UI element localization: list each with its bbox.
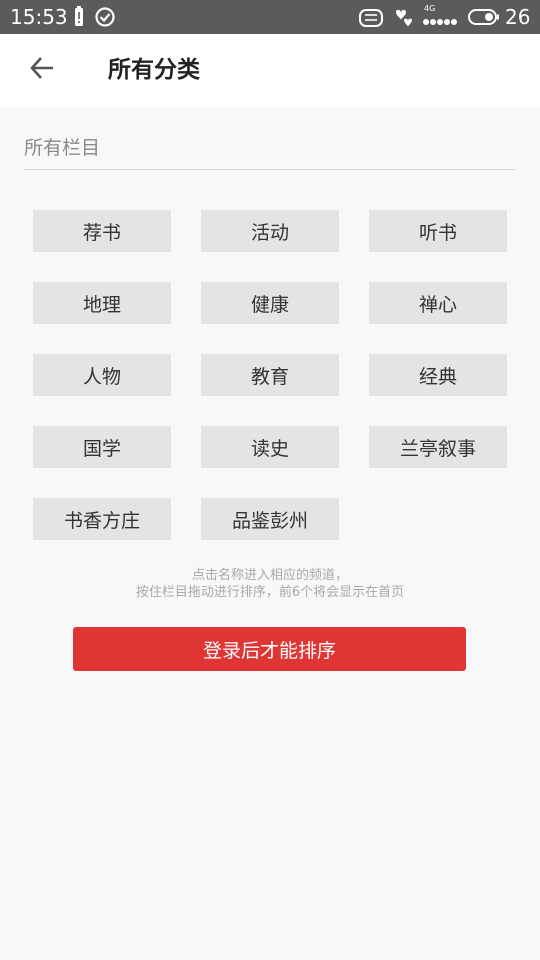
category-chip-pinjian[interactable]: 品鉴彭州: [201, 498, 339, 540]
category-chip-tingshu[interactable]: 听书: [369, 210, 507, 252]
arrow-left-icon: [28, 54, 56, 86]
battery-alert-icon: [72, 6, 86, 32]
category-chip-dushi[interactable]: 读史: [201, 426, 339, 468]
category-chip-chanxin[interactable]: 禅心: [369, 282, 507, 324]
notification-app-icon: [358, 6, 384, 34]
signal-icon: 4G: [422, 4, 460, 32]
battery-level: 26: [505, 5, 531, 29]
category-chip-shuxiang[interactable]: 书香方庄: [33, 498, 171, 540]
category-chip-guoxue[interactable]: 国学: [33, 426, 171, 468]
login-to-sort-button[interactable]: 登录后才能排序: [73, 627, 466, 671]
category-chip-jiaoyu[interactable]: 教育: [201, 354, 339, 396]
category-chip-jiankang[interactable]: 健康: [201, 282, 339, 324]
section-divider: [24, 169, 516, 170]
back-button[interactable]: [22, 50, 62, 90]
app-bar: 所有分类: [0, 34, 540, 107]
notification-app-icon: [390, 6, 416, 34]
category-chip-huodong[interactable]: 活动: [201, 210, 339, 252]
page-title: 所有分类: [108, 57, 200, 83]
category-chip-dili[interactable]: 地理: [33, 282, 171, 324]
section-label: 所有栏目: [24, 137, 101, 159]
check-circle-icon: [94, 6, 116, 32]
sort-hint-line1: 点击名称进入相应的频道，: [191, 568, 348, 583]
category-chip-renwu[interactable]: 人物: [33, 354, 171, 396]
status-bar: 15:53 4G 26: [0, 0, 540, 34]
status-time: 15:53: [10, 5, 68, 29]
network-type-label: 4G: [424, 4, 436, 13]
sort-hint: 点击名称进入相应的频道， 按住栏目拖动进行排序，前6个将会显示在首页: [0, 567, 540, 601]
battery-icon: [468, 8, 500, 30]
category-chip-jingdian[interactable]: 经典: [369, 354, 507, 396]
category-chip-jianshu[interactable]: 荐书: [33, 210, 171, 252]
category-chip-lanting[interactable]: 兰亭叙事: [369, 426, 507, 468]
sort-hint-line2: 按住栏目拖动进行排序，前6个将会显示在首页: [135, 585, 405, 600]
